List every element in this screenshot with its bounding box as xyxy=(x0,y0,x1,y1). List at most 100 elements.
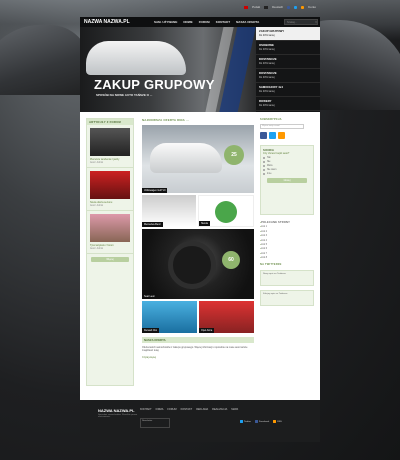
side-item-text: Do 40% taniej xyxy=(259,90,275,93)
link-item[interactable]: Link 3 xyxy=(260,235,314,237)
offer-caption: Renault Clio xyxy=(142,328,160,333)
side-item[interactable]: DOSTAWCZE Do 40% taniej xyxy=(256,55,320,69)
facebook-icon[interactable] xyxy=(260,132,267,139)
lang-polski[interactable]: Polski xyxy=(252,5,260,9)
site-logo[interactable]: NAZWA NAZWA.PL xyxy=(80,19,154,25)
footer-social-rss[interactable]: RSS xyxy=(273,420,282,423)
more-button[interactable]: Więcej xyxy=(91,257,129,262)
side-item[interactable]: SAMOCHODY 4x4 Do 40% taniej xyxy=(256,83,320,97)
poll-option[interactable]: Nie xyxy=(263,161,311,163)
search-input[interactable]: Szukaj... ⚲ xyxy=(284,19,318,25)
footer-link[interactable]: MAPA xyxy=(231,408,238,411)
article-thumb[interactable] xyxy=(90,128,130,156)
link-item[interactable]: Link 4 xyxy=(260,240,314,242)
link-item[interactable]: Link 2 xyxy=(260,231,314,233)
poll-option-label: Może xyxy=(267,165,273,167)
side-item[interactable]: OSOBOWE Do 40% taniej xyxy=(256,41,320,55)
offer-caption: Mercedes-Benz xyxy=(142,222,163,227)
discount-badge: 60 xyxy=(222,251,240,269)
side-item[interactable]: ROWERY Do 40% taniej xyxy=(256,97,320,111)
nav-item-5[interactable]: NASZA OFERTA xyxy=(236,20,259,24)
lang-deutsch[interactable]: Deutsch xyxy=(272,5,283,9)
forum-column: ARTYKUŁY Z FORUM Pierwsze wrażenia z jaz… xyxy=(86,118,134,386)
poll-option[interactable]: Może xyxy=(263,165,311,167)
tweet[interactable]: Nowy wpis na Twitterze xyxy=(260,270,314,287)
nav-item-3[interactable]: FORUM xyxy=(199,20,210,24)
rss-icon[interactable] xyxy=(301,5,305,9)
side-item[interactable]: DOSTAWCZE Do 40% taniej xyxy=(256,69,320,83)
radio-icon[interactable] xyxy=(263,157,265,159)
footer-link[interactable]: KONTAKT xyxy=(140,408,152,411)
twitter-header: NA TWITTERZE xyxy=(260,263,282,267)
side-item-text: Do 40% taniej xyxy=(259,34,275,37)
account-link[interactable]: Konto xyxy=(308,5,316,9)
radio-icon[interactable] xyxy=(263,161,265,163)
flag-pl-icon[interactable] xyxy=(244,5,249,9)
footer-link[interactable]: REALIZACJA xyxy=(212,408,227,411)
hero-car-image xyxy=(86,41,186,75)
social-row xyxy=(260,132,314,139)
link-item[interactable]: Link 8 xyxy=(260,257,314,259)
side-item-title: DOSTAWCZE xyxy=(259,57,277,61)
offer-tile[interactable]: Mercedes-Benz xyxy=(142,195,196,227)
flag-de-icon[interactable] xyxy=(264,5,269,9)
nav-item-4[interactable]: KONTAKT xyxy=(216,20,230,24)
footer-social-facebook[interactable]: Facebook xyxy=(255,420,269,423)
footer-link[interactable]: KONTAKT xyxy=(181,408,193,411)
article-title[interactable]: Nowa oferta sezonu xyxy=(90,201,130,204)
radio-icon[interactable] xyxy=(263,173,265,175)
footer-link[interactable]: FIRMA xyxy=(156,408,164,411)
link-item[interactable]: Link 6 xyxy=(260,248,314,250)
vote-button[interactable]: Głosuj xyxy=(267,178,307,183)
hero-banner[interactable]: ZAKUP GRUPOWY SPOSÓB NA NOWE AUTO TAŃSZE… xyxy=(80,27,256,112)
tweet[interactable]: Kolejny wpis na Twitterze xyxy=(260,290,314,307)
article-title[interactable]: Tytuł artykułu z forum xyxy=(90,244,130,247)
offer-tile[interactable]: Skoda xyxy=(198,195,254,227)
poll-option[interactable]: Tak xyxy=(263,157,311,159)
footer-nav: KONTAKT FIRMA FORUM KONTAKT REKLAMA REAL… xyxy=(140,408,238,411)
poll-option[interactable]: Inne xyxy=(263,173,311,175)
article-thumb[interactable] xyxy=(90,214,130,242)
poll-option[interactable]: Nie wiem xyxy=(263,169,311,171)
article-thumb[interactable] xyxy=(90,171,130,199)
twitter-icon[interactable] xyxy=(294,5,298,9)
list-item[interactable]: Tytuł artykułu z forum Autor: Admin xyxy=(87,211,133,254)
featured-offer[interactable]: 25 Volkswagen Golf VII xyxy=(142,125,254,193)
facebook-icon xyxy=(255,420,259,423)
offer-caption: Volkswagen Golf VII xyxy=(142,188,168,193)
facebook-icon[interactable] xyxy=(287,5,291,9)
offer-tile-wide[interactable]: 60 Seat Leon xyxy=(142,229,254,299)
twitter-icon[interactable] xyxy=(269,132,276,139)
list-item[interactable]: Nowa oferta sezonu Autor: Admin xyxy=(87,168,133,211)
offer-tile[interactable]: Opel Astra xyxy=(199,301,254,333)
email-field[interactable]: Wpisz swój e-mail xyxy=(260,124,304,129)
article-title[interactable]: Pierwsze wrażenia z jazdy xyxy=(90,158,130,161)
footer-social-twitter[interactable]: Twitter xyxy=(240,420,251,423)
link-item[interactable]: Link 1 xyxy=(260,226,314,228)
side-item-text: Do 40% taniej xyxy=(259,48,275,51)
rss-icon[interactable] xyxy=(278,132,285,139)
footer-logo[interactable]: NAZWA NAZWA.PL xyxy=(98,408,135,413)
offer-caption: Seat Leon xyxy=(142,294,157,299)
link-item[interactable]: Link 7 xyxy=(260,253,314,255)
radio-icon[interactable] xyxy=(263,169,265,171)
search-icon[interactable]: ⚲ xyxy=(315,21,317,24)
poll-box: SONDA Czy chcesz kupić auto? Tak Nie Moż… xyxy=(260,145,314,215)
background-car-left xyxy=(0,25,90,95)
list-item[interactable]: Pierwsze wrażenia z jazdy Autor: Admin xyxy=(87,125,133,168)
poll-option-label: Nie xyxy=(267,161,271,163)
read-more-link[interactable]: Czytaj więcej xyxy=(142,356,254,359)
footer-newsletter[interactable]: Newsletter xyxy=(140,418,170,428)
radio-icon[interactable] xyxy=(263,165,265,167)
nav-item-1[interactable]: SAM. UŻYWANE xyxy=(154,20,177,24)
car-image xyxy=(150,143,222,173)
offer-tile[interactable]: Renault Clio xyxy=(142,301,197,333)
footer-social-label: Twitter xyxy=(244,420,252,423)
search-placeholder: Szukaj... xyxy=(287,20,297,24)
footer-link[interactable]: FORUM xyxy=(167,408,176,411)
footer-link[interactable]: REKLAMA xyxy=(196,408,208,411)
article-meta: Autor: Admin xyxy=(90,248,104,250)
link-item[interactable]: Link 5 xyxy=(260,244,314,246)
nav-item-2[interactable]: NOWE xyxy=(183,20,192,24)
side-item[interactable]: ZAKUP GRUPOWY Do 40% taniej xyxy=(256,27,320,41)
